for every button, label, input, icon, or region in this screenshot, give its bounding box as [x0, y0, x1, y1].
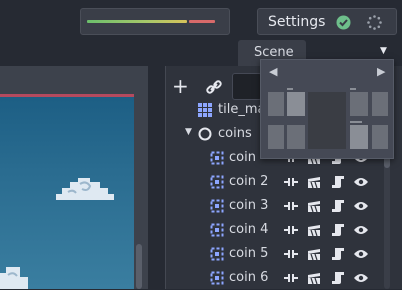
tree-item-label: coin: [229, 150, 256, 165]
tree-item-label: coin 6: [229, 270, 269, 285]
area2d-icon: [210, 247, 224, 261]
tree-item-label: coin 3: [229, 198, 269, 213]
script-icon[interactable]: [331, 223, 345, 237]
tree-item-coin-2[interactable]: coin 2: [208, 170, 394, 194]
tree-item-coin-3[interactable]: coin 3: [208, 194, 394, 218]
move-left-arrow-icon[interactable]: ◀: [269, 65, 277, 78]
cloud-sprite: [56, 178, 114, 200]
dock-slot-center: [308, 92, 346, 149]
dock-slot-right-bottom[interactable]: [350, 125, 368, 149]
filter-nodes-input[interactable]: [232, 73, 262, 100]
expand-arrow-icon[interactable]: ▼: [185, 127, 192, 137]
meter-level-bar: [87, 20, 187, 23]
area2d-icon: [210, 151, 224, 165]
signal-icon[interactable]: [284, 223, 298, 237]
scene-instance-icon[interactable]: [307, 271, 321, 285]
dock-marker: [350, 88, 356, 90]
add-node-button[interactable]: +: [172, 76, 192, 96]
tree-item-label: coin 4: [229, 222, 269, 237]
instance-link-icon[interactable]: [205, 78, 223, 96]
script-icon[interactable]: [331, 247, 345, 261]
tilemap-icon: [198, 103, 212, 117]
settings-label: Settings: [268, 14, 326, 30]
scene-instance-icon[interactable]: [307, 223, 321, 237]
dock-slot-right-top-2[interactable]: [372, 92, 388, 116]
visibility-eye-icon[interactable]: [354, 271, 368, 285]
dock-slot-right-top[interactable]: [350, 92, 368, 116]
cloud-sprite-partial: [0, 267, 28, 289]
dock-slot-left-top-2[interactable]: [287, 92, 305, 116]
scene-instance-icon[interactable]: [307, 175, 321, 189]
script-icon[interactable]: [331, 175, 345, 189]
area2d-icon: [210, 223, 224, 237]
tree-item-coin-4[interactable]: coin 4: [208, 218, 394, 242]
settings-button[interactable]: Settings: [257, 8, 397, 35]
tab-scene-label: Scene: [254, 45, 294, 60]
visibility-eye-icon[interactable]: [354, 223, 368, 237]
visibility-eye-icon[interactable]: [354, 175, 368, 189]
current-dock-marker: [287, 88, 293, 90]
viewport-top-border: [0, 94, 134, 97]
script-icon[interactable]: [331, 199, 345, 213]
visibility-eye-icon[interactable]: [354, 199, 368, 213]
viewport-scrollbar[interactable]: [136, 244, 142, 289]
scene-instance-icon[interactable]: [307, 199, 321, 213]
dock-slot-left-bottom-2[interactable]: [287, 125, 305, 149]
scene-instance-icon[interactable]: [307, 247, 321, 261]
node2d-icon: [198, 127, 212, 141]
visibility-eye-icon[interactable]: [354, 247, 368, 261]
spinner-icon: [367, 15, 382, 30]
area2d-icon: [210, 271, 224, 285]
check-circle-icon: [336, 15, 351, 30]
dock-slot-right-bottom-2[interactable]: [372, 125, 388, 149]
tree-item-label: coins: [218, 126, 252, 141]
script-icon[interactable]: [331, 271, 345, 285]
tree-item-coin-5[interactable]: coin 5: [208, 242, 394, 266]
dock-slot-left-bottom[interactable]: [268, 125, 284, 149]
dock-slot-left-top[interactable]: [268, 92, 284, 116]
signal-icon[interactable]: [284, 271, 298, 285]
tree-item-label: coin 2: [229, 174, 269, 189]
tree-item-label: coin 5: [229, 246, 269, 261]
tree-item-label: tile_ma: [218, 102, 266, 117]
signal-icon[interactable]: [284, 199, 298, 213]
signal-icon[interactable]: [284, 247, 298, 261]
signal-icon[interactable]: [284, 175, 298, 189]
area2d-icon: [210, 199, 224, 213]
tree-item-coin-6[interactable]: coin 6: [208, 266, 394, 290]
tab-menu-arrow-icon[interactable]: ▼: [380, 46, 390, 56]
canvas-viewport[interactable]: [0, 94, 134, 289]
dock-layout-popup: ◀ ▶: [260, 59, 394, 159]
audio-meter: [80, 8, 230, 35]
dock-marker-2: [350, 121, 362, 123]
meter-peak-bar: [189, 20, 215, 23]
move-right-arrow-icon[interactable]: ▶: [377, 65, 385, 78]
area2d-icon: [210, 175, 224, 189]
